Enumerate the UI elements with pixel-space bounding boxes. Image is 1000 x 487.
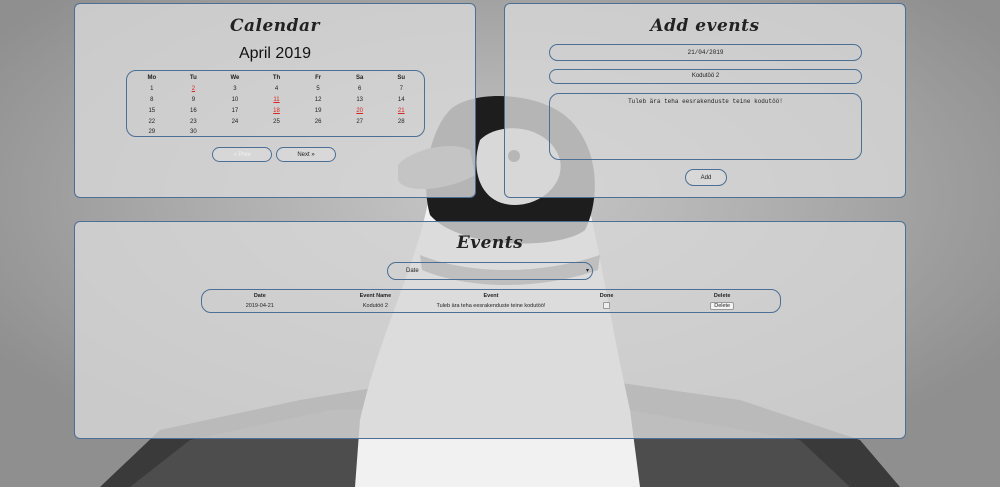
calendar-day[interactable]: 23	[173, 119, 215, 125]
calendar-day[interactable]: 2	[173, 86, 215, 92]
event-date-input[interactable]: 21/04/2019	[549, 44, 862, 61]
calendar-day[interactable]: 15	[131, 108, 173, 114]
calendar-day[interactable]: 3	[214, 86, 256, 92]
calendar-day[interactable]: 10	[214, 97, 256, 103]
calendar-day[interactable]: 13	[339, 97, 381, 103]
calendar-day[interactable]: 4	[256, 86, 298, 92]
add-events-title: Add events	[650, 16, 760, 36]
weekday-label: Sa	[356, 75, 364, 82]
calendar-week-row: 1234567	[131, 84, 422, 95]
calendar-day[interactable]: 1	[131, 86, 173, 92]
add-events-panel: Add events 21/04/2019 Kodutöö 2 Tuleb är…	[504, 3, 906, 198]
done-checkbox[interactable]	[603, 301, 611, 309]
calendar-day[interactable]: 7	[380, 86, 422, 92]
column-header-event: Event	[483, 293, 499, 299]
calendar-day[interactable]: 30	[173, 129, 215, 135]
column-header-event-name: Event Name	[359, 293, 392, 299]
weekday-label: Fr	[315, 75, 322, 82]
calendar-day[interactable]: 21	[380, 108, 422, 114]
sort-select-value: Date	[406, 268, 419, 274]
calendar-week-row: 22 23 24 25 26 27 28	[131, 116, 422, 127]
calendar-day[interactable]: 27	[339, 119, 381, 125]
calendar-day[interactable]: 29	[131, 129, 173, 135]
calendar-day[interactable]: 26	[297, 119, 339, 125]
calendar-panel: Calendar April 2019 Mo Tu We Th Fr Sa Su 1 2 3 4 5 6…	[74, 3, 476, 198]
calendar-week-row: 29 30	[131, 127, 422, 138]
events-table: Date Event Name Event Done Delete 2019-0…	[201, 289, 781, 313]
calendar-title: Calendar	[229, 16, 321, 36]
add-event-button[interactable]: Add	[685, 169, 727, 186]
done-cell	[549, 301, 665, 311]
calendar-day[interactable]: 14	[380, 97, 422, 103]
next-month-button[interactable]: Next »	[276, 147, 336, 162]
weekday-header-row: Mo Tu We Th Fr Sa Su	[131, 73, 422, 84]
calendar-day[interactable]: 11	[256, 97, 298, 103]
events-table-header: Date Event Name Event Done Delete	[202, 291, 780, 301]
sort-select[interactable]: Date ▾	[387, 262, 593, 280]
calendar-day[interactable]: 20	[339, 108, 381, 114]
calendar-grid-box: Mo Tu We Th Fr Sa Su 1 2 3 4 5 6 7 8 9 10 11 12 13 14 15 16 17 1…	[126, 70, 425, 137]
column-header-date: Date	[253, 293, 266, 299]
weekday-label: Th	[272, 75, 281, 82]
prev-month-button[interactable]: « Prev	[212, 147, 272, 162]
weekday-label: We	[230, 75, 240, 82]
calendar-day[interactable]: 8	[131, 97, 173, 103]
chevron-down-icon: ▾	[585, 268, 589, 274]
weekday-label: Mo	[147, 75, 157, 82]
events-panel: Events Date ▾ Date Event Name Event Done…	[74, 221, 906, 439]
event-name-input[interactable]: Kodutöö 2	[549, 69, 862, 84]
calendar-day[interactable]: 24	[214, 119, 256, 125]
column-header-done: Done	[599, 293, 614, 299]
month-label: April 2019	[238, 45, 312, 62]
weekday-label: Su	[397, 75, 406, 82]
calendar-day[interactable]: 9	[173, 97, 215, 103]
column-header-delete: Delete	[713, 293, 731, 299]
calendar-day[interactable]: 22	[131, 119, 173, 125]
event-description-textarea[interactable]: Tuleb ära teha eesrakenduste teine kodut…	[549, 93, 862, 160]
weekday-label: Tu	[189, 75, 197, 82]
event-description-cell: Tuleb ära teha eesrakenduste teine kodut…	[436, 303, 546, 309]
delete-cell: Delete	[664, 302, 780, 310]
calendar-day[interactable]: 17	[214, 108, 256, 114]
calendar-week-row: 15 16 17 18 19 20 21	[131, 105, 422, 116]
calendar-day[interactable]: 12	[297, 97, 339, 103]
table-row: 2019-04-21 Kodutöö 2 Tuleb ära teha eesr…	[202, 301, 780, 311]
calendar-week-row: 8 9 10 11 12 13 14	[131, 95, 422, 106]
event-date-cell: 2019-04-21	[245, 303, 274, 309]
calendar-day[interactable]: 6	[339, 86, 381, 92]
calendar-day[interactable]: 5	[297, 86, 339, 92]
calendar-day[interactable]: 16	[173, 108, 215, 114]
calendar-grid: Mo Tu We Th Fr Sa Su 1 2 3 4 5 6 7 8 9 10 11 12 13 14 15 16 17 1…	[131, 73, 422, 138]
event-name-cell: Kodutöö 2	[362, 303, 388, 309]
calendar-day[interactable]: 28	[380, 119, 422, 125]
calendar-day[interactable]: 18	[256, 108, 298, 114]
calendar-day[interactable]: 19	[297, 108, 339, 114]
calendar-day[interactable]: 25	[256, 119, 298, 125]
delete-button[interactable]: Delete	[710, 302, 735, 310]
events-title: Events	[456, 233, 524, 253]
